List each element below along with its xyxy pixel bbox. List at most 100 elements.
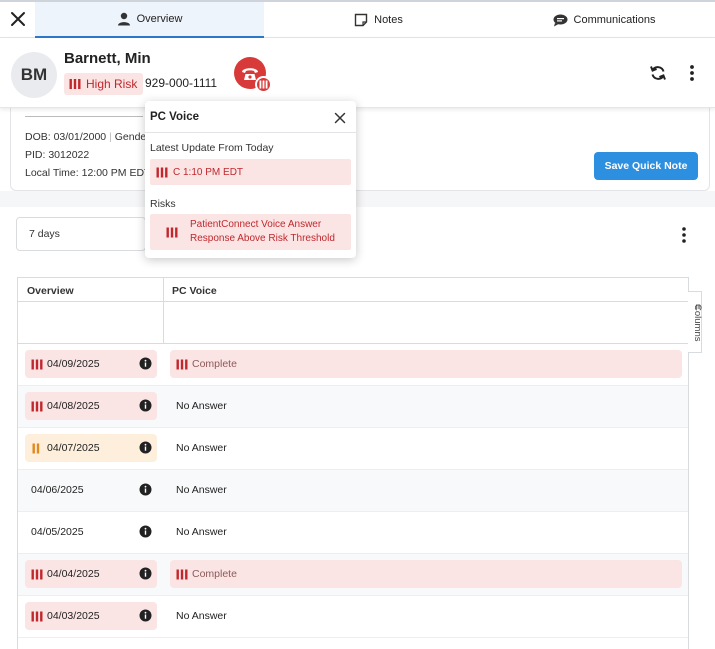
table-row[interactable]: 04/04/2025 Complete	[18, 554, 688, 596]
voice-cell: Complete	[170, 560, 682, 588]
column-header-overview[interactable]: Overview	[27, 285, 74, 297]
pid: PID: 3012022	[25, 149, 90, 161]
date-text: 04/09/2025	[47, 358, 100, 370]
columns-panel-toggle[interactable]: ≡ Columns	[688, 291, 703, 353]
date-text: 04/04/2025	[47, 568, 100, 580]
info-icon[interactable]	[139, 441, 152, 454]
close-button[interactable]	[8, 9, 28, 29]
popover-close-button[interactable]	[334, 112, 346, 124]
risk-bars-icon	[166, 227, 178, 237]
tab-notes-label: Notes	[374, 14, 403, 26]
risk-description-line1: PatientConnect Voice Answer	[190, 219, 322, 230]
latest-update-label: Latest Update From Today	[150, 142, 274, 154]
refresh-button[interactable]	[648, 63, 668, 83]
date-cell: 04/03/2025	[25, 602, 157, 630]
more-options-button[interactable]	[684, 63, 700, 83]
info-icon[interactable]	[139, 567, 152, 580]
date-text: 04/06/2025	[31, 484, 84, 496]
voice-status: Complete	[192, 568, 237, 580]
person-icon	[117, 12, 130, 26]
gender-partial: Gende	[114, 131, 147, 143]
voice-cell: No Answer	[170, 476, 682, 504]
table-row[interactable]: 04/03/2025 No Answer	[18, 596, 688, 638]
grid-options-button[interactable]	[677, 226, 691, 244]
date-cell: 04/09/2025	[25, 350, 157, 378]
patient-phone: 929-000-1111	[145, 76, 218, 90]
popover-title: PC Voice	[150, 111, 199, 123]
date-cell: 04/06/2025	[25, 476, 157, 504]
risk-bars-icon	[176, 569, 188, 579]
risks-label: Risks	[150, 198, 176, 210]
patient-name: Barnett, Min	[64, 50, 151, 67]
section-divider	[0, 191, 715, 207]
date-text: 04/08/2025	[47, 400, 100, 412]
info-icon[interactable]	[139, 483, 152, 496]
note-icon	[354, 13, 368, 27]
table-row[interactable]: 04/06/2025 No Answer	[18, 470, 688, 512]
dob-line: DOB: 03/01/2000 | Gende	[25, 131, 146, 143]
date-cell: 04/04/2025	[25, 560, 157, 588]
voice-cell: Complete	[170, 350, 682, 378]
patient-header: BM Barnett, Min High Risk 929-000-1111	[0, 38, 715, 108]
save-quick-note-button[interactable]: Save Quick Note	[594, 152, 698, 180]
latest-update-chip: C 1:10 PM EDT	[150, 159, 351, 185]
voice-status: No Answer	[176, 610, 227, 622]
medium-risk-bars-icon	[32, 443, 40, 453]
close-icon	[11, 12, 25, 26]
grid-filter-row	[18, 302, 688, 344]
pc-voice-alert-button[interactable]	[234, 57, 272, 93]
info-icon[interactable]	[139, 399, 152, 412]
kebab-icon	[682, 227, 686, 243]
info-icon[interactable]	[139, 609, 152, 622]
days-filter-select[interactable]: 7 days	[16, 217, 146, 251]
risk-bars-icon	[31, 401, 43, 411]
risk-badge-small	[255, 76, 272, 93]
history-grid: Overview PC Voice 04/09/2025 Complete 04…	[17, 277, 689, 649]
voice-status: No Answer	[176, 442, 227, 454]
refresh-icon	[650, 66, 666, 80]
risk-badge: High Risk	[64, 73, 144, 95]
divider	[145, 132, 356, 133]
grid-header: Overview PC Voice	[18, 278, 688, 302]
avatar: BM	[11, 52, 57, 98]
voice-cell: No Answer	[170, 392, 682, 420]
column-header-pc-voice[interactable]: PC Voice	[172, 285, 217, 297]
voice-status: No Answer	[176, 526, 227, 538]
risk-description: PatientConnect Voice Answer Response Abo…	[190, 218, 335, 246]
voice-cell: No Answer	[170, 434, 682, 462]
tab-communications[interactable]: Communications	[493, 2, 715, 38]
top-tab-bar: Overview Notes Communications	[0, 0, 715, 38]
risk-bars-icon	[31, 569, 43, 579]
voice-cell: No Answer	[170, 518, 682, 546]
table-row[interactable]: 04/07/2025 No Answer	[18, 428, 688, 470]
table-row[interactable]: 04/09/2025 Complete	[18, 344, 688, 386]
table-row[interactable]: 04/05/2025 No Answer	[18, 512, 688, 554]
date-cell: 04/08/2025	[25, 392, 157, 420]
date-cell: 04/07/2025	[25, 434, 157, 462]
tab-notes[interactable]: Notes	[264, 2, 493, 38]
columns-label: Columns	[692, 304, 703, 342]
dob: DOB: 03/01/2000	[25, 131, 107, 143]
date-cell: 04/05/2025	[25, 518, 157, 546]
close-icon	[334, 112, 346, 124]
risk-bars-icon	[31, 359, 43, 369]
voice-status: No Answer	[176, 400, 227, 412]
risk-description-line2: Response Above Risk Threshold	[190, 233, 335, 244]
info-icon[interactable]	[139, 525, 152, 538]
latest-update-value: C 1:10 PM EDT	[173, 166, 244, 178]
risk-label: High Risk	[86, 77, 138, 91]
tab-overview[interactable]: Overview	[35, 2, 264, 38]
voice-cell: No Answer	[170, 602, 682, 630]
column-divider	[163, 278, 164, 344]
patient-info-card: DOB: 03/01/2000 | Gende PID: 3012022 Loc…	[10, 108, 710, 191]
info-icon[interactable]	[139, 357, 152, 370]
voice-status: No Answer	[176, 484, 227, 496]
date-text: 04/05/2025	[31, 526, 84, 538]
local-time: Local Time: 12:00 PM EDT	[25, 167, 151, 179]
tab-overview-label: Overview	[136, 13, 183, 25]
risk-bars-icon	[69, 79, 81, 89]
date-text: 04/07/2025	[47, 442, 100, 454]
table-row[interactable]: 04/08/2025 No Answer	[18, 386, 688, 428]
divider	[25, 116, 143, 117]
tab-communications-label: Communications	[573, 14, 656, 26]
